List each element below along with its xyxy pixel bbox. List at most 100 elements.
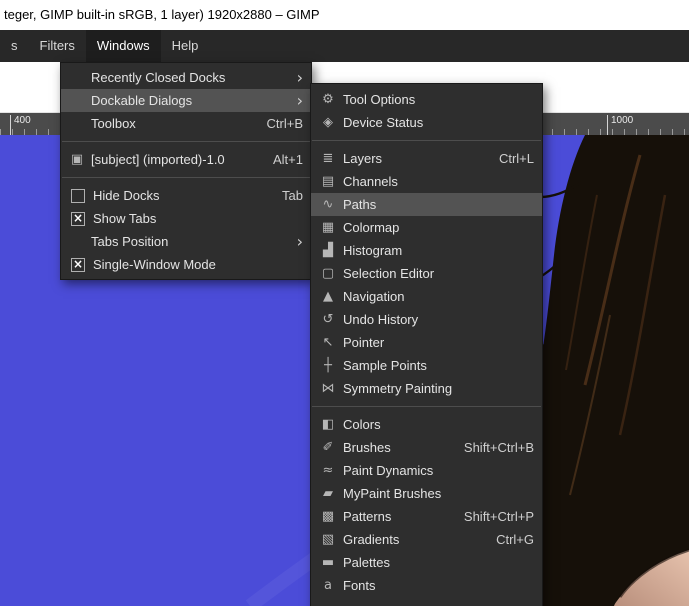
menu-item-selection-editor[interactable]: ▢ Selection Editor (311, 262, 542, 285)
menu-item-label: Paint Dynamics (343, 463, 434, 478)
menu-item-label: Recently Closed Docks (91, 70, 226, 85)
checkbox-unchecked-icon (71, 188, 85, 203)
sample-points-icon: ┼ (324, 358, 332, 373)
menu-item-label: Show Tabs (93, 211, 157, 226)
menu-item-undo-history[interactable]: ↺ Undo History (311, 308, 542, 331)
gimp-window: teger, GIMP built-in sRGB, 1 layer) 1920… (0, 0, 689, 606)
menu-item-label: Tabs Position (91, 234, 169, 249)
menu-item-navigation[interactable]: ▲ Navigation (311, 285, 542, 308)
layers-icon: ≣ (322, 151, 334, 166)
menu-item-recently-closed-docks[interactable]: Recently Closed Docks › (61, 66, 311, 89)
menu-item-palettes[interactable]: ▬ Palettes (311, 551, 542, 574)
menu-item-label: Gradients (343, 532, 400, 547)
menu-item-histogram[interactable]: ▟ Histogram (311, 239, 542, 262)
menubar-item-label: s (11, 38, 18, 53)
menu-item-colors[interactable]: ◧ Colors (311, 413, 542, 436)
menu-item-label: Toolbox (91, 116, 136, 131)
menu-separator (312, 140, 541, 141)
menu-item-label: Fonts (343, 578, 376, 593)
menubar-item-tools-partial[interactable]: s (0, 30, 29, 62)
menu-item-device-status[interactable]: ◈ Device Status (311, 111, 542, 134)
menu-item-shortcut: Ctrl+B (266, 116, 303, 131)
dockable-dialogs-submenu: ⚙ Tool Options ◈ Device Status ≣ Layers … (310, 83, 543, 606)
menu-item-label: Channels (343, 174, 398, 189)
menu-item-mypaint-brushes[interactable]: ▰ MyPaint Brushes (311, 482, 542, 505)
menu-item-label: Symmetry Painting (343, 381, 453, 396)
menu-item-shortcut: Shift+Ctrl+P (463, 509, 534, 524)
menu-item-tool-options[interactable]: ⚙ Tool Options (311, 88, 542, 111)
menu-item-single-window-mode[interactable]: × Single-Window Mode (61, 253, 311, 276)
channels-icon: ▤ (321, 174, 335, 189)
menu-item-channels[interactable]: ▤ Channels (311, 170, 542, 193)
menu-bar: s Filters Windows Help (0, 30, 689, 62)
menu-item-show-tabs[interactable]: × Show Tabs (61, 207, 311, 230)
menu-separator (62, 141, 310, 142)
menu-item-label: Histogram (343, 243, 403, 258)
ruler-mark-400: 400 (10, 115, 31, 135)
colors-icon: ◧ (321, 417, 335, 432)
title-bar[interactable]: teger, GIMP built-in sRGB, 1 layer) 1920… (0, 0, 689, 30)
menu-item-hide-docks[interactable]: Hide Docks Tab (61, 184, 311, 207)
palettes-icon: ▬ (321, 555, 335, 570)
brushes-icon: ✐ (322, 440, 334, 455)
menubar-item-windows[interactable]: Windows (85, 30, 161, 62)
menu-item-shortcut: Ctrl+L (498, 151, 534, 166)
window-title: teger, GIMP built-in sRGB, 1 layer) 1920… (4, 7, 320, 22)
patterns-icon: ▩ (321, 509, 335, 524)
menu-item-dockable-dialogs[interactable]: Dockable Dialogs › (61, 89, 311, 112)
navigation-icon: ▲ (323, 289, 333, 304)
checkbox-checked-icon: × (71, 210, 85, 226)
colormap-icon: ▦ (321, 220, 335, 235)
menu-separator (312, 406, 541, 407)
menu-item-label: Selection Editor (343, 266, 435, 281)
menu-item-label: Tool Options (343, 92, 416, 107)
ruler-mark-1000: 1000 (607, 115, 633, 135)
menu-item-label: Paths (343, 197, 377, 212)
submenu-arrow-icon: › (296, 91, 303, 110)
menubar-item-label: Filters (39, 38, 75, 53)
menubar-item-help[interactable]: Help (161, 30, 210, 62)
menubar-item-filters[interactable]: Filters (29, 30, 86, 62)
menu-item-gradients[interactable]: ▧ Gradients Ctrl+G (311, 528, 542, 551)
menu-item-subject-imported[interactable]: ▣ [subject] (imported)-1.0 Alt+1 (61, 148, 311, 171)
gradients-icon: ▧ (321, 532, 335, 547)
pointer-icon: ↖ (322, 335, 334, 350)
menu-item-fonts[interactable]: a Fonts (311, 574, 542, 597)
selection-editor-icon: ▢ (321, 266, 335, 281)
menu-item-paint-dynamics[interactable]: ≈ Paint Dynamics (311, 459, 542, 482)
menu-item-label: Layers (343, 151, 383, 166)
windows-menu: Recently Closed Docks › Dockable Dialogs… (60, 62, 312, 280)
menu-item-label: Sample Points (343, 358, 427, 373)
menu-item-label: MyPaint Brushes (343, 486, 442, 501)
menu-item-label: Dockable Dialogs (91, 93, 193, 108)
menu-item-shortcut: Alt+1 (273, 152, 303, 167)
menu-item-label: Patterns (343, 509, 392, 524)
menu-item-label: Undo History (343, 312, 419, 327)
menu-item-symmetry-painting[interactable]: ⋈ Symmetry Painting (311, 377, 542, 400)
menu-item-brushes[interactable]: ✐ Brushes Shift+Ctrl+B (311, 436, 542, 459)
ruler-mark-label: 1000 (611, 115, 634, 126)
ruler-mark-label: 400 (14, 115, 31, 126)
menu-item-label: [subject] (imported)-1.0 (91, 152, 225, 167)
menu-item-tabs-position[interactable]: Tabs Position › (61, 230, 311, 253)
menu-item-patterns[interactable]: ▩ Patterns Shift+Ctrl+P (311, 505, 542, 528)
menu-item-shortcut: Tab (282, 188, 303, 203)
checkbox-checked-icon: × (71, 256, 85, 272)
menu-item-label: Brushes (343, 440, 391, 455)
paths-icon: ∿ (322, 197, 334, 212)
menu-separator (62, 177, 310, 178)
device-status-icon: ◈ (323, 115, 333, 130)
menubar-item-label: Windows (96, 38, 150, 53)
histogram-icon: ▟ (323, 243, 333, 258)
menu-item-sample-points[interactable]: ┼ Sample Points (311, 354, 542, 377)
menu-item-paths[interactable]: ∿ Paths (311, 193, 542, 216)
menu-item-toolbox[interactable]: Toolbox Ctrl+B (61, 112, 311, 135)
menu-item-label: Colors (343, 417, 381, 432)
menu-item-pointer[interactable]: ↖ Pointer (311, 331, 542, 354)
menu-item-label: Device Status (343, 115, 424, 130)
menu-item-label: Hide Docks (93, 188, 160, 203)
submenu-arrow-icon: › (296, 68, 303, 87)
image-thumbnail-icon: ▣ (70, 152, 84, 167)
menu-item-colormap[interactable]: ▦ Colormap (311, 216, 542, 239)
menu-item-layers[interactable]: ≣ Layers Ctrl+L (311, 147, 542, 170)
